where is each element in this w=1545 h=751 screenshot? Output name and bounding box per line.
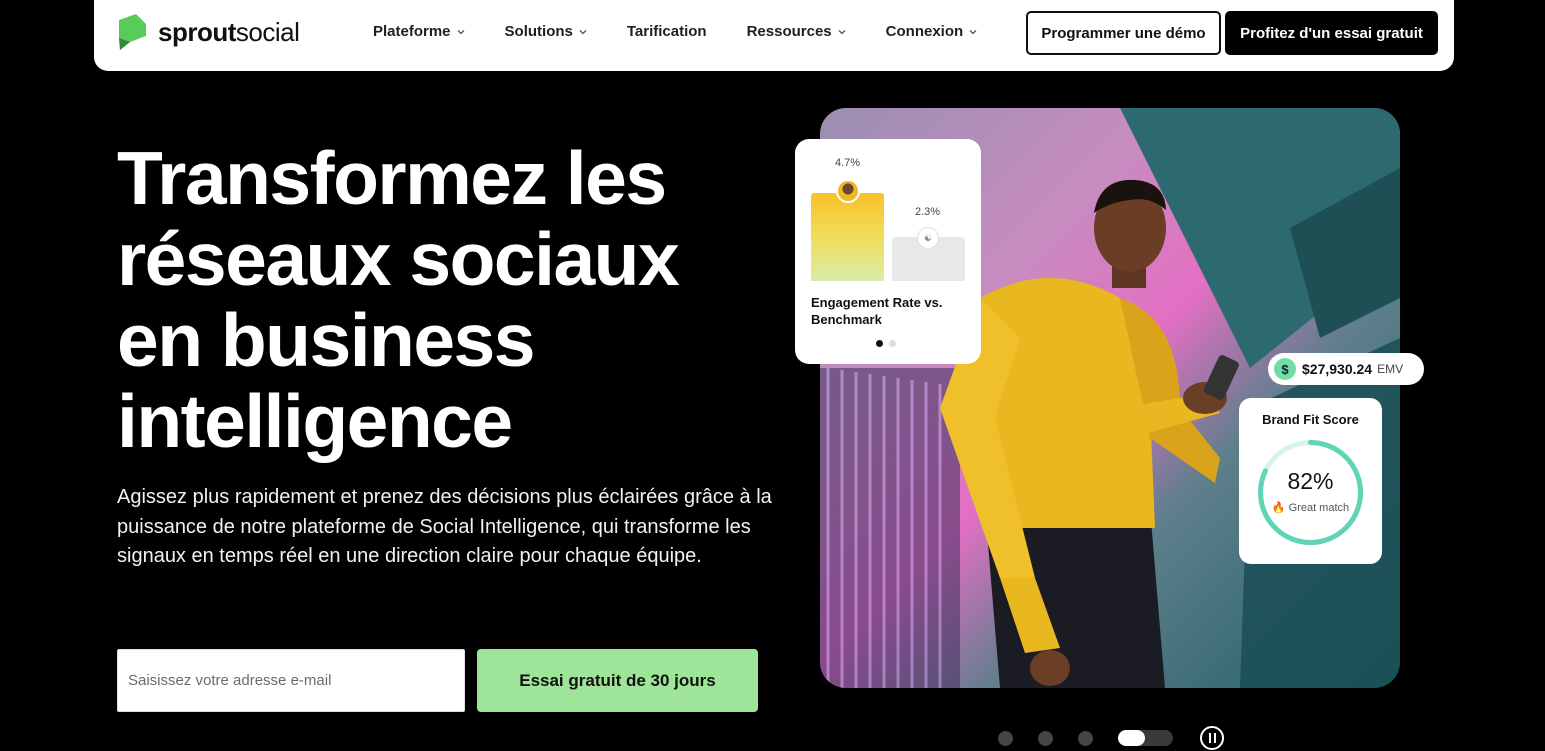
- nav-item-label: Ressources: [746, 23, 832, 40]
- top-navbar: sproutsocial Plateforme Solutions Tarifi…: [94, 0, 1454, 71]
- brand-engagement-value: 4.7%: [835, 157, 861, 169]
- pause-icon-bar: [1213, 733, 1216, 743]
- pause-icon: [1208, 733, 1211, 743]
- sprout-leaf-icon: [119, 14, 146, 50]
- nav-item-label: Connexion: [885, 23, 964, 40]
- carousel-controls: [998, 726, 1224, 750]
- emv-unit: EMV: [1377, 362, 1404, 376]
- brand-engagement-bar: [811, 193, 884, 281]
- carousel-dot-1[interactable]: [998, 730, 1013, 746]
- benchmark-value: 2.3%: [915, 206, 941, 218]
- emv-value: $27,930.24: [1302, 361, 1373, 377]
- nav-item-label: Plateforme: [373, 23, 451, 40]
- group-icon: ☯: [917, 227, 939, 249]
- free-trial-button[interactable]: Profitez d'un essai gratuit: [1225, 11, 1438, 55]
- brand-fit-match: 🔥 Great match: [1239, 501, 1382, 514]
- avatar: [836, 179, 860, 203]
- chevron-down-icon: [579, 29, 587, 34]
- main-menu: Plateforme Solutions Tarification Ressou…: [373, 23, 1017, 40]
- emv-badge: $ $27,930.24 EMV: [1268, 353, 1424, 385]
- carousel-dot-3[interactable]: [1078, 730, 1093, 746]
- nav-item-plateforme[interactable]: Plateforme: [373, 23, 465, 40]
- nav-item-label: Solutions: [504, 23, 573, 40]
- nav-item-solutions[interactable]: Solutions: [505, 23, 587, 40]
- engagement-card-title: Engagement Rate vs. Benchmark: [811, 295, 943, 327]
- engagement-rate-card: 4.7% 2.3% ☯ Engagement Rate vs. Benchmar…: [795, 139, 981, 364]
- nav-item-label: Tarification: [626, 23, 707, 40]
- pause-button[interactable]: [1200, 726, 1224, 750]
- dollar-icon: $: [1274, 358, 1296, 380]
- brand-fit-title: Brand Fit Score: [1262, 412, 1359, 427]
- nav-item-connexion[interactable]: Connexion: [886, 23, 978, 40]
- chevron-down-icon: [838, 29, 846, 34]
- match-label: Great match: [1288, 502, 1350, 514]
- carousel-dot-2[interactable]: [1038, 730, 1053, 746]
- brand-fit-percent: 82%: [1287, 468, 1334, 494]
- brand-fit-card: Brand Fit Score 82% 🔥 Great match: [1239, 398, 1382, 564]
- logo-wordmark: sproutsocial: [158, 16, 300, 47]
- chevron-down-icon: [969, 29, 977, 34]
- card-pager: [876, 340, 896, 347]
- hero-subtitle: Agissez plus rapidement et prenez des dé…: [117, 486, 772, 567]
- hero-title: Transformez les réseaux sociaux en busin…: [117, 136, 680, 463]
- email-input[interactable]: [117, 649, 465, 712]
- sproutsocial-logo[interactable]: sproutsocial: [116, 14, 300, 50]
- nav-item-ressources[interactable]: Ressources: [747, 23, 846, 40]
- start-trial-button[interactable]: Essai gratuit de 30 jours: [477, 649, 758, 712]
- pager-dot[interactable]: [889, 340, 896, 347]
- fire-icon: 🔥: [1271, 502, 1286, 514]
- chevron-down-icon: [457, 29, 464, 34]
- carousel-dot-active[interactable]: [1118, 730, 1173, 746]
- schedule-demo-button[interactable]: Programmer une démo: [1026, 11, 1221, 55]
- nav-item-tarification[interactable]: Tarification: [627, 23, 707, 40]
- pager-dot-active[interactable]: [876, 340, 883, 347]
